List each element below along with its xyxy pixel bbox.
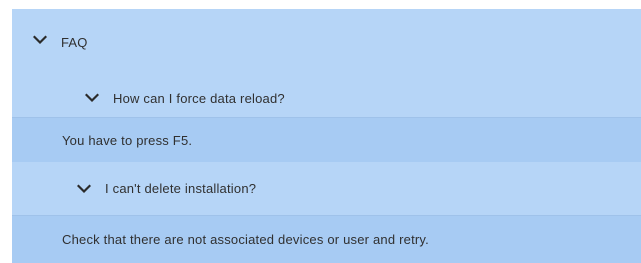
- faq-section-title: FAQ: [61, 35, 88, 50]
- faq-question-label: I can't delete installation?: [105, 181, 257, 196]
- chevron-down-icon[interactable]: [77, 183, 91, 194]
- faq-question-item[interactable]: How can I force data reload?: [12, 79, 641, 117]
- faq-answer: Check that there are not associated devi…: [12, 215, 641, 263]
- faq-question-item[interactable]: I can't delete installation?: [12, 162, 641, 215]
- faq-question-label: How can I force data reload?: [113, 90, 285, 106]
- faq-answer-text: Check that there are not associated devi…: [62, 232, 429, 247]
- chevron-down-icon[interactable]: [33, 35, 47, 45]
- chevron-down-icon[interactable]: [85, 93, 99, 103]
- faq-tree: FAQ How can I force data reload? You hav…: [12, 9, 641, 263]
- faq-answer-text: You have to press F5.: [62, 132, 193, 148]
- faq-section-header[interactable]: FAQ: [12, 9, 641, 79]
- page-background: FAQ How can I force data reload? You hav…: [0, 0, 641, 263]
- faq-answer: You have to press F5.: [12, 117, 641, 162]
